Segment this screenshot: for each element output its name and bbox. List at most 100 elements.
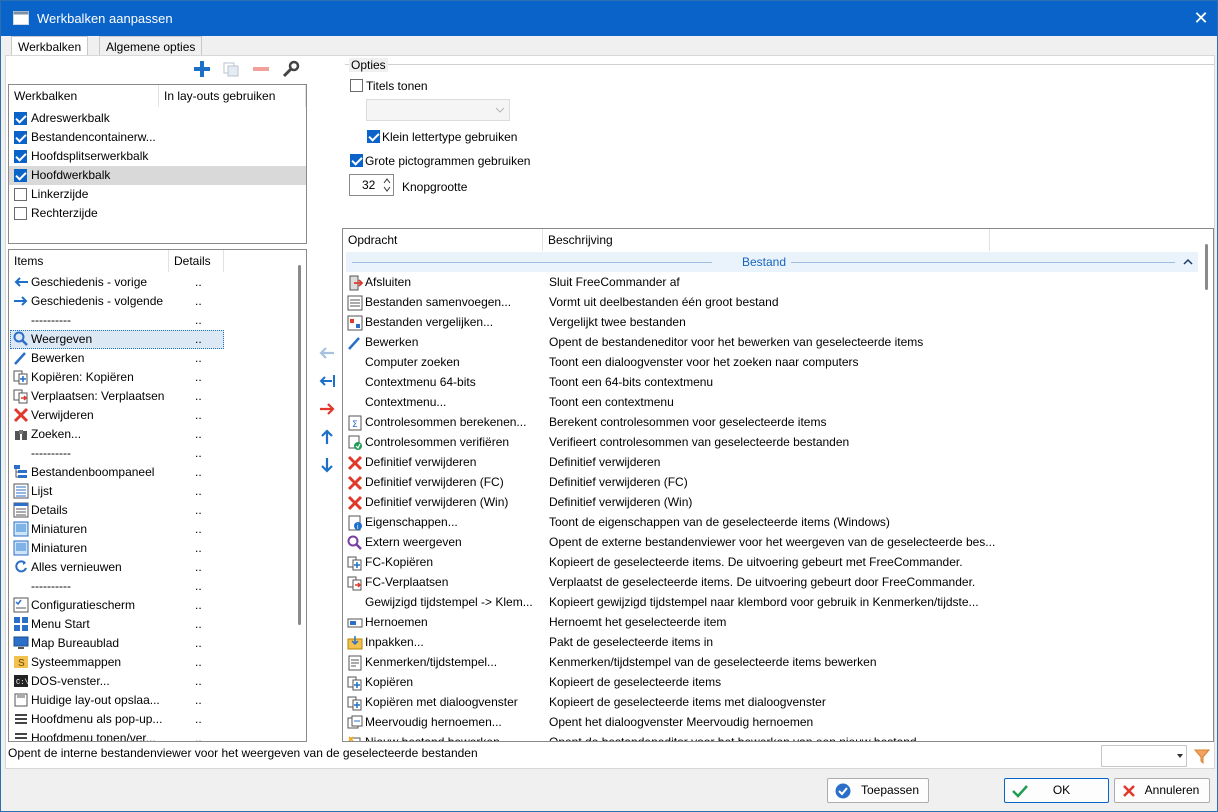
item-list-row[interactable]: S Systeemmappen.. — [9, 653, 295, 672]
large-icons-checkbox[interactable] — [350, 154, 363, 167]
command-row[interactable]: i Eigenschappen... Toont de eigenschappen … — [343, 513, 1198, 532]
tab-werkbalken[interactable]: Werkbalken — [11, 36, 89, 57]
item-list-row[interactable]: Hoofdmenu als pop-up..... — [9, 710, 295, 729]
item-list-row[interactable]: Weergeven.. — [9, 330, 295, 349]
spin-arrows-icon[interactable] — [383, 177, 391, 193]
item-label: Geschiedenis - vorige — [31, 275, 148, 289]
command-row[interactable]: Afsluiten Sluit FreeCommander af — [343, 273, 1198, 292]
column-header-details[interactable]: Details — [169, 250, 224, 272]
toolbar-copy-button[interactable] — [221, 59, 241, 79]
command-row[interactable]: Kopiëren Kopieert de geselecteerde items — [343, 673, 1198, 692]
command-row[interactable]: Definitief verwijderen Definitief verwijd… — [343, 453, 1198, 472]
command-row[interactable]: Extern weergeven Opent de externe bestand… — [343, 533, 1198, 552]
item-list-row[interactable]: ----------.. — [9, 444, 295, 463]
item-list-row[interactable]: Alles vernieuwen.. — [9, 558, 295, 577]
toolbar-settings-button[interactable] — [281, 59, 301, 79]
command-row[interactable]: FC-Kopiëren Kopieert de geselecteerde ite… — [343, 553, 1198, 572]
cancel-button[interactable]: Annuleren — [1114, 778, 1210, 803]
config-icon — [13, 597, 29, 613]
command-row[interactable]: Definitief verwijderen (FC) Definitief ve… — [343, 473, 1198, 492]
toolbar-visible-checkbox[interactable] — [14, 112, 27, 125]
move-left-all-button[interactable] — [317, 343, 337, 363]
item-list-row[interactable]: Miniaturen.. — [9, 539, 295, 558]
item-list-row[interactable]: Geschiedenis - volgende.. — [9, 292, 295, 311]
close-icon[interactable]: ✕ — [1185, 1, 1217, 36]
toolbar-list-item[interactable]: Bestandencontainerw... — [9, 128, 306, 147]
item-list-row[interactable]: Bewerken.. — [9, 349, 295, 368]
command-row[interactable]: Nieuw bestand bewerken Opent de bestanden… — [343, 733, 1198, 741]
move-down-button[interactable] — [317, 455, 337, 475]
button-size-value[interactable]: 32 — [362, 178, 375, 192]
commands-scrollbar[interactable] — [1205, 244, 1208, 290]
command-row[interactable]: Bestanden samenvoegen... Vormt uit deelbe… — [343, 293, 1198, 312]
filter-combo[interactable] — [1101, 745, 1187, 767]
item-list-row[interactable]: Hoofdmenu tonen/ver..... — [9, 729, 295, 741]
move-left-button[interactable] — [317, 371, 337, 391]
move-up-button[interactable] — [317, 427, 337, 447]
command-row[interactable]: Bestanden vergelijken... Vergelijkt twee … — [343, 313, 1198, 332]
item-list-row[interactable]: Miniaturen.. — [9, 520, 295, 539]
item-list-row[interactable]: Details.. — [9, 501, 295, 520]
item-label: ---------- — [31, 313, 71, 327]
command-row[interactable]: Bewerken Opent de bestandeneditor voor he… — [343, 333, 1198, 352]
tab-algemene-opties[interactable]: Algemene opties — [99, 36, 203, 56]
item-list-row[interactable]: Geschiedenis - vorige.. — [9, 273, 295, 292]
command-row[interactable]: Meervoudig hernoemen... Opent het dialoog… — [343, 713, 1198, 732]
toolbar-visible-checkbox[interactable] — [14, 188, 27, 201]
item-list-row[interactable]: ----------.. — [9, 311, 295, 330]
item-list-row[interactable]: ----------.. — [9, 577, 295, 596]
filter-icon[interactable] — [1193, 747, 1211, 765]
toolbar-visible-checkbox[interactable] — [14, 150, 27, 163]
item-list-row[interactable]: Zoeken..... — [9, 425, 295, 444]
item-detail: .. — [195, 332, 202, 346]
toolbar-visible-checkbox[interactable] — [14, 207, 27, 220]
item-list-row[interactable]: Huidige lay-out opslaa..... — [9, 691, 295, 710]
item-list-row[interactable]: Configuratiescherm.. — [9, 596, 295, 615]
small-font-checkbox[interactable] — [367, 130, 380, 143]
command-row[interactable]: Inpakken... Pakt de geselecteerde items i… — [343, 633, 1198, 652]
command-row[interactable]: Kenmerken/tijdstempel... Kenmerken/tijdst… — [343, 653, 1198, 672]
toolbar-visible-checkbox[interactable] — [14, 131, 27, 144]
command-row[interactable]: Σ Controlesommen berekenen... Berekent con… — [343, 413, 1198, 432]
item-list-row[interactable]: Verplaatsen: Verplaatsen.. — [9, 387, 295, 406]
item-list-row[interactable]: C:\ DOS-venster..... — [9, 672, 295, 691]
items-scrollbar[interactable] — [298, 265, 301, 625]
command-row[interactable]: Gewijzigd tijdstempel -> Klem... Kopieert… — [343, 593, 1198, 612]
item-list-row[interactable]: Lijst.. — [9, 482, 295, 501]
toolbar-visible-checkbox[interactable] — [14, 169, 27, 182]
command-row[interactable]: Hernoemen Hernoemt het geselecteerde item — [343, 613, 1198, 632]
toolbar-list-item[interactable]: Rechterzijde — [9, 204, 306, 223]
command-row[interactable]: Definitief verwijderen (Win) Definitief v… — [343, 493, 1198, 512]
command-name: Controlesommen berekenen... — [365, 415, 527, 429]
group-header-bestand[interactable]: Bestand — [346, 252, 1198, 272]
toolbar-list-item[interactable]: Adreswerkbalk — [9, 109, 306, 128]
ok-button[interactable]: OK — [1004, 778, 1109, 803]
column-header-werkbalken[interactable]: Werkbalken — [9, 85, 159, 107]
item-list-row[interactable]: Bestandenboompaneel.. — [9, 463, 295, 482]
apply-button[interactable]: Toepassen — [827, 778, 929, 803]
toolbar-list-item[interactable]: Linkerzijde — [9, 185, 306, 204]
command-row[interactable]: Controlesommen verifiëren Verifieert cont… — [343, 433, 1198, 452]
command-row[interactable]: Contextmenu... Toont een contextmenu — [343, 393, 1198, 412]
toolbar-list-item[interactable]: Hoofdsplitserwerkbalk — [9, 147, 306, 166]
toolbar-list-item[interactable]: Hoofdwerkbalk — [9, 166, 306, 185]
column-header-in-layouts[interactable]: In lay-outs gebruiken — [159, 85, 306, 107]
toolbar-remove-button[interactable] — [251, 59, 271, 79]
command-row[interactable]: Kopiëren met dialoogvenster Kopieert de g… — [343, 693, 1198, 712]
move-right-button[interactable] — [317, 399, 337, 419]
large-icons-label: Grote pictogrammen gebruiken — [365, 154, 531, 168]
column-header-items[interactable]: Items — [9, 250, 169, 272]
collapse-group-icon[interactable] — [1183, 258, 1193, 266]
show-titles-checkbox[interactable] — [350, 79, 363, 92]
item-list-row[interactable]: Map Bureaublad.. — [9, 634, 295, 653]
item-list-row[interactable]: Menu Start.. — [9, 615, 295, 634]
command-row[interactable]: FC-Verplaatsen Verplaatst de geselecteerd… — [343, 573, 1198, 592]
item-list-row[interactable]: Kopiëren: Kopiëren.. — [9, 368, 295, 387]
column-header-beschrijving[interactable]: Beschrijving — [543, 229, 990, 251]
button-size-spinner[interactable]: 32 — [349, 174, 394, 196]
command-row[interactable]: Computer zoeken Toont een dialoogvenster … — [343, 353, 1198, 372]
item-list-row[interactable]: Verwijderen.. — [9, 406, 295, 425]
command-row[interactable]: Contextmenu 64-bits Toont een 64-bits con… — [343, 373, 1198, 392]
toolbar-add-button[interactable] — [192, 59, 212, 79]
column-header-opdracht[interactable]: Opdracht — [343, 229, 543, 251]
